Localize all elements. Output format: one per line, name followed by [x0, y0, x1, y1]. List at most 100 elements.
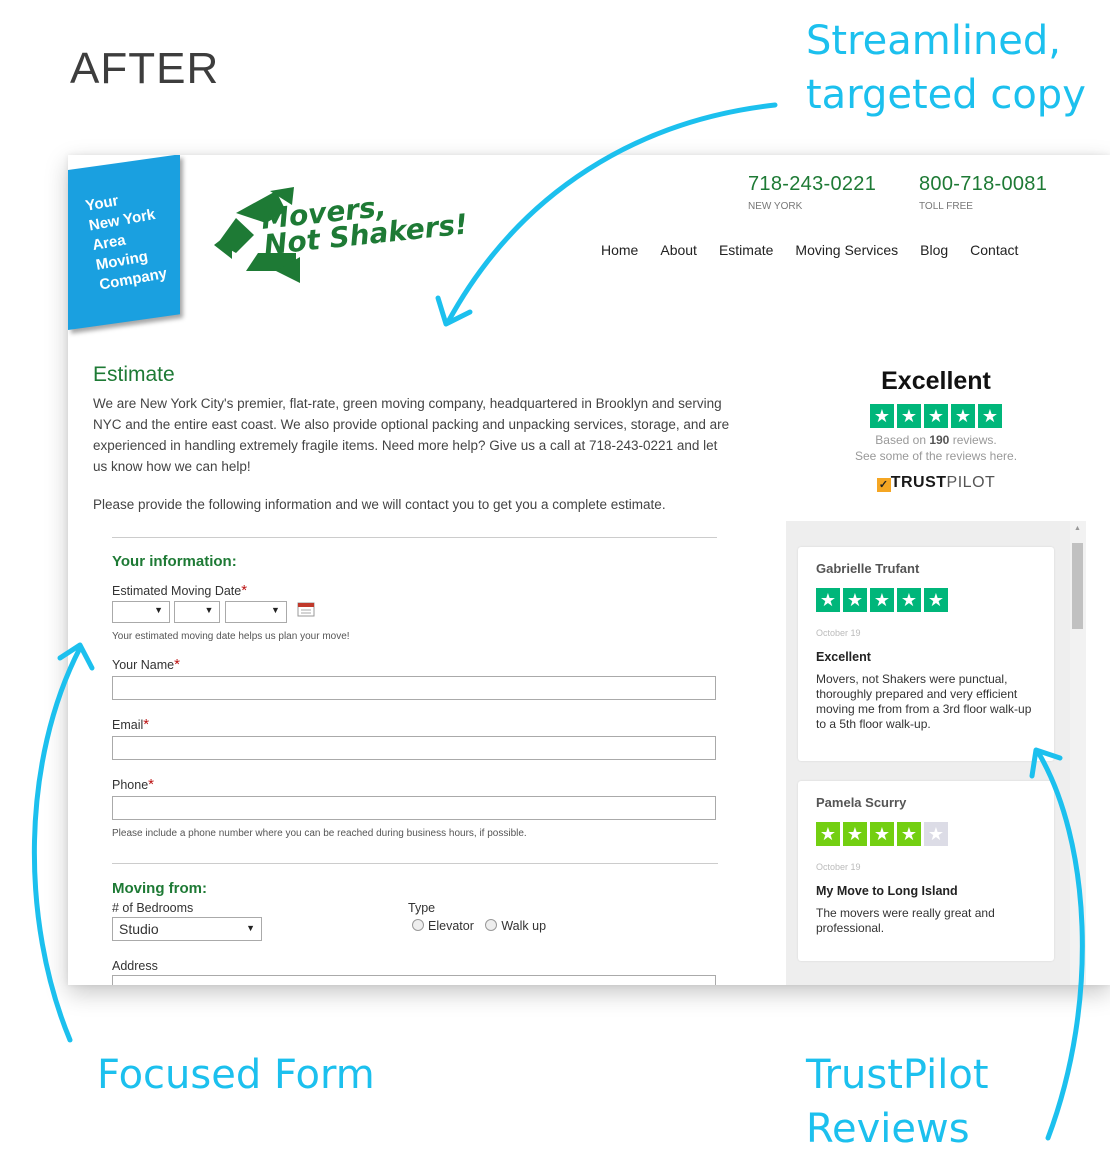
- address-label: Address: [112, 959, 158, 973]
- elevator-radio[interactable]: [412, 919, 424, 931]
- main-nav: Home About Estimate Moving Services Blog…: [601, 242, 1040, 258]
- review-date: October 19: [816, 628, 861, 638]
- star-icon: ★: [951, 404, 975, 428]
- phone-field[interactable]: [112, 796, 716, 820]
- callout-reviews-line-2: Reviews: [806, 1106, 970, 1152]
- nav-blog[interactable]: Blog: [920, 242, 948, 258]
- star-icon: ★: [870, 588, 894, 612]
- star-icon: ★: [924, 588, 948, 612]
- reviews-panel[interactable]: ▲ Gabrielle Trufant ★ ★ ★ ★ ★ October 19…: [786, 521, 1086, 985]
- scroll-up-icon[interactable]: ▲: [1074, 525, 1081, 532]
- nav-moving-services[interactable]: Moving Services: [795, 242, 898, 258]
- tp-based-on: Based on 190 reviews.: [786, 432, 1086, 448]
- bedrooms-label: # of Bedrooms: [112, 901, 194, 915]
- nav-contact[interactable]: Contact: [970, 242, 1018, 258]
- star-icon: ★: [816, 588, 840, 612]
- trustpilot-logo[interactable]: ✓ TRUSTPILOT: [786, 474, 1086, 492]
- section-divider: [112, 537, 717, 538]
- phone-new-york[interactable]: 718-243-0221 NEW YORK: [748, 173, 876, 212]
- walkup-radio[interactable]: [485, 919, 498, 931]
- chevron-down-icon: ▼: [204, 605, 214, 615]
- moving-date-hint: Your estimated moving date helps us plan…: [112, 631, 350, 642]
- required-mark: *: [148, 776, 154, 793]
- callout-form: Focused Form: [97, 1052, 375, 1098]
- scroll-thumb[interactable]: [1072, 543, 1083, 629]
- review-card: Pamela Scurry ★ ★ ★ ★ ★ October 19 My Mo…: [798, 781, 1054, 961]
- year-select[interactable]: ▼: [224, 601, 287, 623]
- address-field[interactable]: [112, 975, 716, 985]
- nav-estimate[interactable]: Estimate: [719, 242, 773, 258]
- nav-home[interactable]: Home: [601, 242, 638, 258]
- star-icon: ★: [924, 404, 948, 428]
- star-icon: ★: [897, 822, 921, 846]
- required-mark: *: [174, 656, 180, 673]
- star-icon: ★: [816, 822, 840, 846]
- chevron-down-icon: ▼: [270, 605, 280, 615]
- star-icon: ★: [897, 588, 921, 612]
- callout-copy-line-2: targeted copy: [806, 72, 1086, 118]
- review-card: Gabrielle Trufant ★ ★ ★ ★ ★ October 19 E…: [798, 547, 1054, 761]
- review-body: Movers, not Shakers were punctual, thoro…: [816, 672, 1032, 731]
- bedrooms-select[interactable]: Studio ▼: [112, 917, 262, 941]
- email-label: Email: [112, 718, 144, 732]
- month-select[interactable]: ▼: [112, 601, 170, 623]
- section-divider: [112, 863, 718, 864]
- reviewer-name: Pamela Scurry: [816, 795, 907, 810]
- page-title: Estimate: [93, 363, 175, 386]
- day-select[interactable]: ▼: [174, 601, 221, 623]
- trustpilot-check-icon: ✓: [876, 478, 891, 492]
- callout-copy: Streamlined, targeted copy: [806, 14, 1086, 122]
- website-screenshot: Your New York Area Moving Company Movers…: [68, 155, 1110, 985]
- after-heading: AFTER: [70, 44, 220, 93]
- review-body: The movers were really great and profess…: [816, 906, 995, 935]
- tp-logo-trust: TRUST: [890, 474, 947, 491]
- callout-reviews: TrustPilot Reviews: [806, 1048, 989, 1156]
- tp-based-on-prefix: Based on: [875, 433, 930, 447]
- callout-copy-line-1: Streamlined,: [806, 18, 1062, 64]
- phone-toll-free[interactable]: 800-718-0081 TOLL FREE: [919, 173, 1047, 212]
- type-radio-group: Elevator Walk up: [412, 919, 546, 933]
- trustpilot-summary: Excellent ★ ★ ★ ★ ★ Based on 190 reviews…: [786, 367, 1086, 492]
- phone-label: NEW YORK: [748, 201, 803, 212]
- star-icon: ★: [924, 822, 948, 846]
- tp-based-on-suffix: reviews.: [949, 433, 997, 447]
- tp-logo-pilot: PILOT: [946, 474, 996, 491]
- chevron-down-icon: ▼: [154, 605, 163, 615]
- star-icon: ★: [843, 822, 867, 846]
- chevron-down-icon: ▼: [246, 923, 255, 933]
- moving-date-label: Estimated Moving Date: [112, 584, 242, 598]
- bedrooms-value: Studio: [119, 921, 159, 937]
- estimate-form: Your information: Estimated Moving Date*…: [112, 553, 718, 985]
- tp-summary-stars: ★ ★ ★ ★ ★: [786, 404, 1086, 428]
- tp-review-count: 190: [929, 433, 950, 447]
- phone-label: Phone: [112, 778, 149, 792]
- reviews-scrollbar[interactable]: ▲: [1070, 521, 1086, 985]
- review-date: October 19: [816, 862, 861, 872]
- tp-rating-word: Excellent: [881, 367, 991, 395]
- email-field[interactable]: [112, 736, 716, 760]
- phone-number: 800-718-0081: [919, 173, 1048, 195]
- phone-hint: Please include a phone number where you …: [112, 828, 527, 839]
- name-field[interactable]: [112, 676, 716, 700]
- moving-from-title: Moving from:: [112, 880, 207, 897]
- review-title: Excellent: [816, 650, 871, 664]
- calendar-icon[interactable]: [297, 601, 315, 617]
- callout-reviews-line-1: TrustPilot: [806, 1052, 989, 1098]
- star-icon: ★: [978, 404, 1002, 428]
- tp-see-reviews-link[interactable]: See some of the reviews here.: [786, 448, 1086, 464]
- star-icon: ★: [870, 404, 894, 428]
- required-mark: *: [241, 582, 248, 599]
- star-icon: ★: [897, 404, 921, 428]
- name-label: Your Name: [112, 658, 175, 672]
- nav-about[interactable]: About: [660, 242, 697, 258]
- phone-number: 718-243-0221: [748, 173, 877, 195]
- walkup-label: Walk up: [501, 919, 547, 933]
- your-info-title: Your information:: [112, 553, 237, 570]
- review-stars: ★ ★ ★ ★ ★: [816, 588, 1036, 612]
- area-badge-text: Your New York Area Moving Company: [84, 180, 200, 296]
- main-content: Estimate We are New York City's premier,…: [93, 363, 733, 512]
- phone-label: TOLL FREE: [919, 201, 973, 212]
- reviewer-name: Gabrielle Trufant: [816, 561, 920, 576]
- review-title: My Move to Long Island: [816, 884, 958, 898]
- star-icon: ★: [870, 822, 894, 846]
